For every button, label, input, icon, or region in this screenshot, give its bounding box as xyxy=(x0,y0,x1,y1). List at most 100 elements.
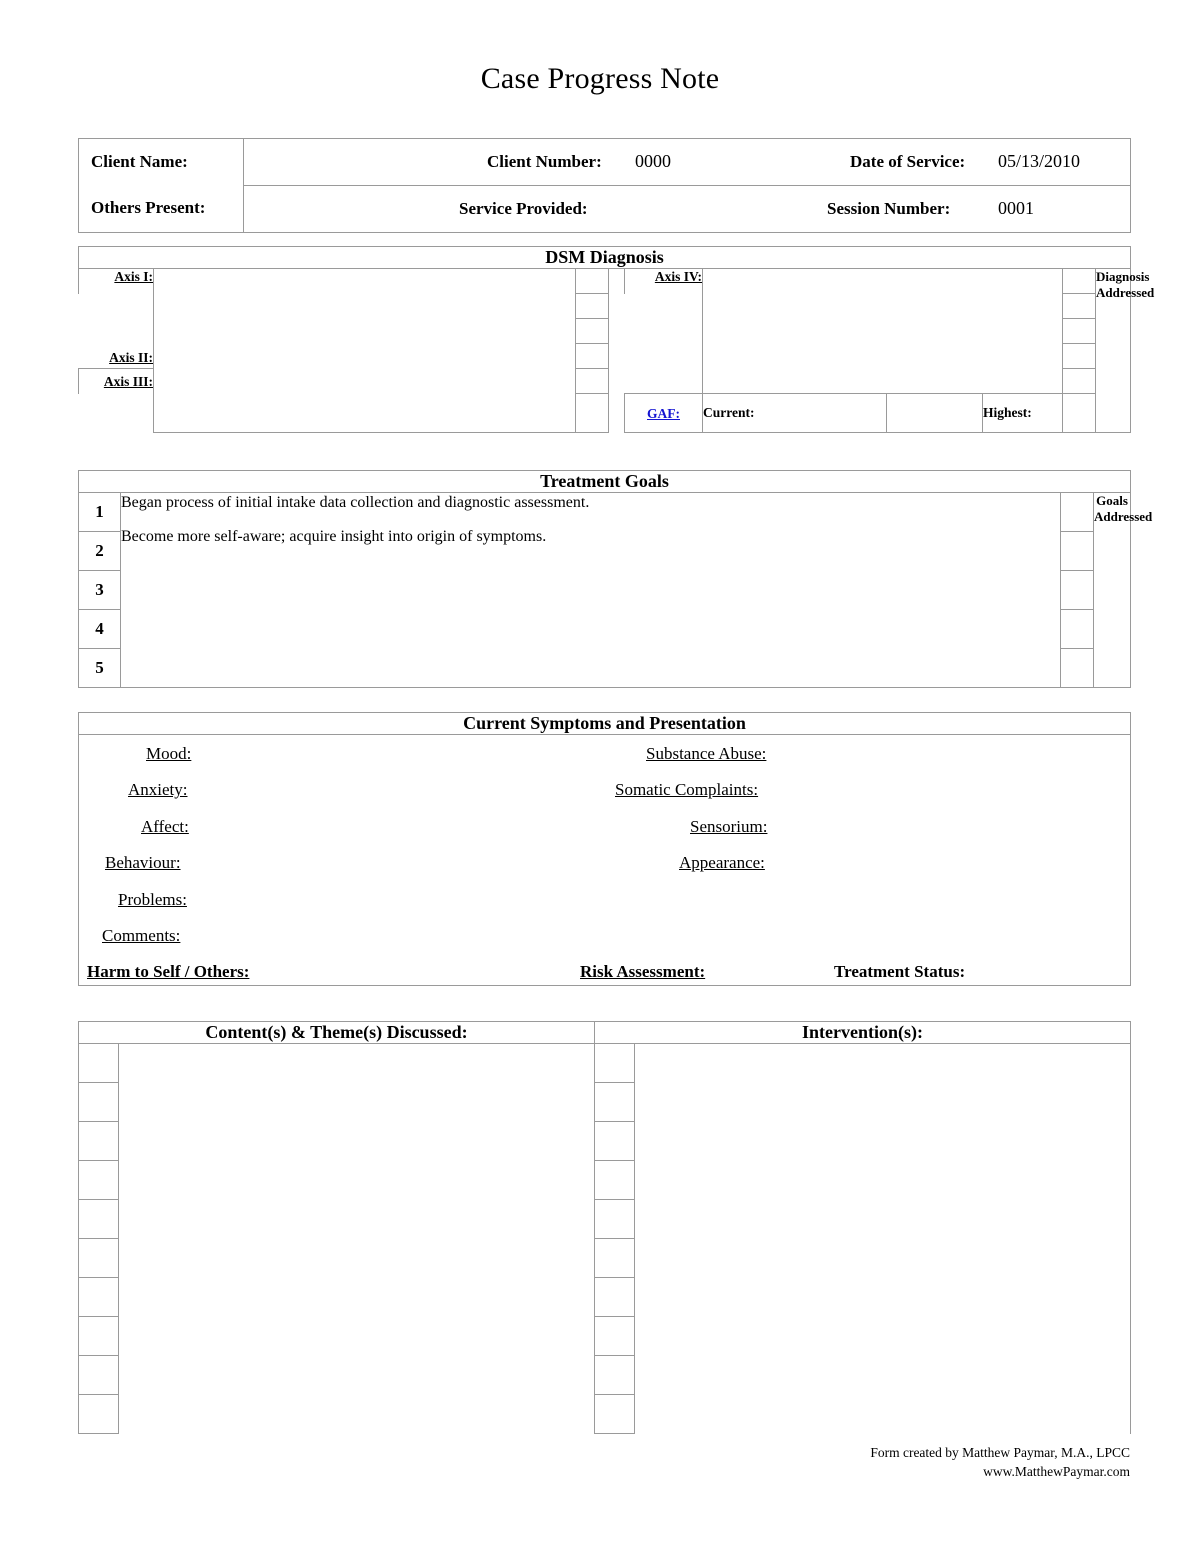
content-checkbox-8[interactable] xyxy=(78,1316,119,1356)
content-checkbox-7[interactable] xyxy=(78,1277,119,1317)
service-provided-label: Service Provided: xyxy=(459,199,588,218)
gaf-highest-value[interactable] xyxy=(1062,393,1131,433)
field-comments: Comments: xyxy=(102,926,181,945)
axis-iv-field[interactable] xyxy=(702,268,1063,394)
axis-iii-label: Axis III: xyxy=(78,368,154,394)
goals-addressed-caption: Goals Addressed xyxy=(1093,492,1152,688)
dsm-checkbox-r3[interactable] xyxy=(1062,318,1096,344)
content-checkbox-9[interactable] xyxy=(78,1355,119,1395)
content-checkbox-1[interactable] xyxy=(78,1043,119,1083)
intervention-checkbox-8[interactable] xyxy=(594,1316,635,1356)
client-number-date-cell: Client Number: 0000 Date of Service: 05/… xyxy=(243,138,1131,186)
intervention-checkbox-9[interactable] xyxy=(594,1355,635,1395)
content-checkbox-5[interactable] xyxy=(78,1199,119,1239)
dsm-checkbox-r1[interactable] xyxy=(1062,268,1096,294)
gaf-highest-label: Highest: xyxy=(982,393,1063,433)
goals-banner: Treatment Goals xyxy=(78,470,1131,493)
content-checkbox-10[interactable] xyxy=(78,1394,119,1434)
goal-checkbox-5[interactable] xyxy=(1060,648,1094,688)
axis-iv-spacer-3 xyxy=(625,344,703,369)
table-row: 1 Began process of initial intake data c… xyxy=(78,492,1152,688)
intervention-checkbox-10[interactable] xyxy=(594,1394,635,1434)
treatment-goals-table: Treatment Goals 1 Began process of initi… xyxy=(78,470,1152,688)
table-row: Treatment Goals xyxy=(78,470,1131,493)
service-session-cell: Service Provided: Session Number: 0001 xyxy=(243,185,1131,233)
content-checkbox-3[interactable] xyxy=(78,1121,119,1161)
dsm-checkbox-1[interactable] xyxy=(575,268,609,294)
goal-checkbox-3[interactable] xyxy=(1060,570,1094,610)
form-credit-line1: Form created by Matthew Paymar, M.A., LP… xyxy=(870,1445,1130,1460)
dsm-checkbox-6[interactable] xyxy=(575,393,609,433)
dsm-checkbox-3[interactable] xyxy=(575,318,609,344)
axis-iv-spacer-1 xyxy=(625,294,703,319)
table-row: GAF: Current: Highest: xyxy=(79,393,1131,433)
intervention-checkbox-3[interactable] xyxy=(594,1121,635,1161)
goal-number-4: 4 xyxy=(78,609,121,649)
intervention-checkbox-4[interactable] xyxy=(594,1160,635,1200)
goals-text-area[interactable]: Began process of initial intake data col… xyxy=(120,492,1061,688)
axis-spacer-1 xyxy=(79,294,154,319)
date-of-service-value[interactable]: 05/13/2010 xyxy=(998,151,1080,172)
gaf-label[interactable]: GAF: xyxy=(647,406,680,421)
content-text-area[interactable] xyxy=(118,1043,595,1434)
dsm-checkbox-4[interactable] xyxy=(575,343,609,369)
field-anxiety: Anxiety: xyxy=(128,780,188,799)
goal-text-2[interactable]: Become more self-aware; acquire insight … xyxy=(121,527,1060,547)
table-row: DSM Diagnosis xyxy=(78,246,1131,269)
table-row: Axis I: Axis IV: Diagnosis Addressed xyxy=(78,268,1154,433)
dsm-checkbox-r2[interactable] xyxy=(1062,293,1096,319)
symptoms-field-area: Mood: Anxiety: Affect: Behaviour: Proble… xyxy=(79,735,1130,985)
dsm-diagnosis-table: DSM Diagnosis Axis I: Axis IV: Diagnosis… xyxy=(78,246,1154,433)
content-checkbox-4[interactable] xyxy=(78,1160,119,1200)
goal-number-3: 3 xyxy=(78,570,121,610)
intervention-checkbox-5[interactable] xyxy=(594,1199,635,1239)
axis-iv-spacer-2 xyxy=(625,319,703,344)
gaf-current-label: Current: xyxy=(702,393,887,433)
intervention-checkbox-2[interactable] xyxy=(594,1082,635,1122)
table-row xyxy=(78,1043,1132,1434)
goal-checkbox-2[interactable] xyxy=(1060,531,1094,571)
dsm-checkbox-2[interactable] xyxy=(575,293,609,319)
content-checkbox-2[interactable] xyxy=(78,1082,119,1122)
field-substance-abuse: Substance Abuse: xyxy=(646,744,767,763)
intervention-checkbox-6[interactable] xyxy=(594,1238,635,1278)
field-appearance: Appearance: xyxy=(679,853,765,872)
gaf-link[interactable]: GAF: xyxy=(624,393,703,433)
field-sensorium: Sensorium: xyxy=(690,817,768,836)
dsm-banner: DSM Diagnosis xyxy=(78,246,1131,269)
session-number-value[interactable]: 0001 xyxy=(998,198,1034,219)
intervention-text-area[interactable] xyxy=(633,1043,1132,1434)
field-harm-to-self-others: Harm to Self / Others: xyxy=(87,962,250,981)
dsm-checkbox-r5[interactable] xyxy=(1062,368,1096,394)
goal-text-1[interactable]: Began process of initial intake data col… xyxy=(121,493,1060,513)
date-of-service-label: Date of Service: xyxy=(850,152,966,171)
axis-iv-spacer-4 xyxy=(625,369,703,394)
axis-i-label: Axis I: xyxy=(78,268,154,294)
field-affect: Affect: xyxy=(141,817,189,836)
table-row: Content(s) & Theme(s) Discussed: Interve… xyxy=(78,1021,1132,1044)
axis-i-ii-iii-field[interactable] xyxy=(153,268,576,394)
others-present-row: Others Present: xyxy=(79,185,243,231)
form-credit: Form created by Matthew Paymar, M.A., LP… xyxy=(870,1443,1130,1481)
symptoms-banner: Current Symptoms and Presentation xyxy=(78,712,1131,735)
field-treatment-status: Treatment Status: xyxy=(834,962,966,981)
goal-checkbox-4[interactable] xyxy=(1060,609,1094,649)
intervention-checkbox-1[interactable] xyxy=(594,1043,635,1083)
table-row: Mood: Anxiety: Affect: Behaviour: Proble… xyxy=(78,734,1131,986)
dsm-checkbox-5[interactable] xyxy=(575,368,609,394)
content-intervention-table: Content(s) & Theme(s) Discussed: Interve… xyxy=(78,1021,1132,1434)
field-mood: Mood: xyxy=(146,744,192,763)
field-somatic-complaints: Somatic Complaints: xyxy=(615,780,759,799)
goal-checkbox-1[interactable] xyxy=(1060,492,1094,532)
table-row: Client Name: Others Present: Client Numb… xyxy=(78,138,1131,233)
gaf-current-value[interactable] xyxy=(886,393,983,433)
intervention-checkbox-7[interactable] xyxy=(594,1277,635,1317)
client-number-label: Client Number: xyxy=(487,152,602,171)
axis-iii-field[interactable] xyxy=(153,393,576,433)
dsm-checkbox-r4[interactable] xyxy=(1062,343,1096,369)
client-identity-cell: Client Name: Others Present: xyxy=(78,138,244,233)
content-checkbox-6[interactable] xyxy=(78,1238,119,1278)
page-canvas: Case Progress Note Client Name: Others P… xyxy=(0,0,1200,1553)
axis-ii-label: Axis II: xyxy=(109,350,153,365)
client-number-value[interactable]: 0000 xyxy=(635,151,671,172)
